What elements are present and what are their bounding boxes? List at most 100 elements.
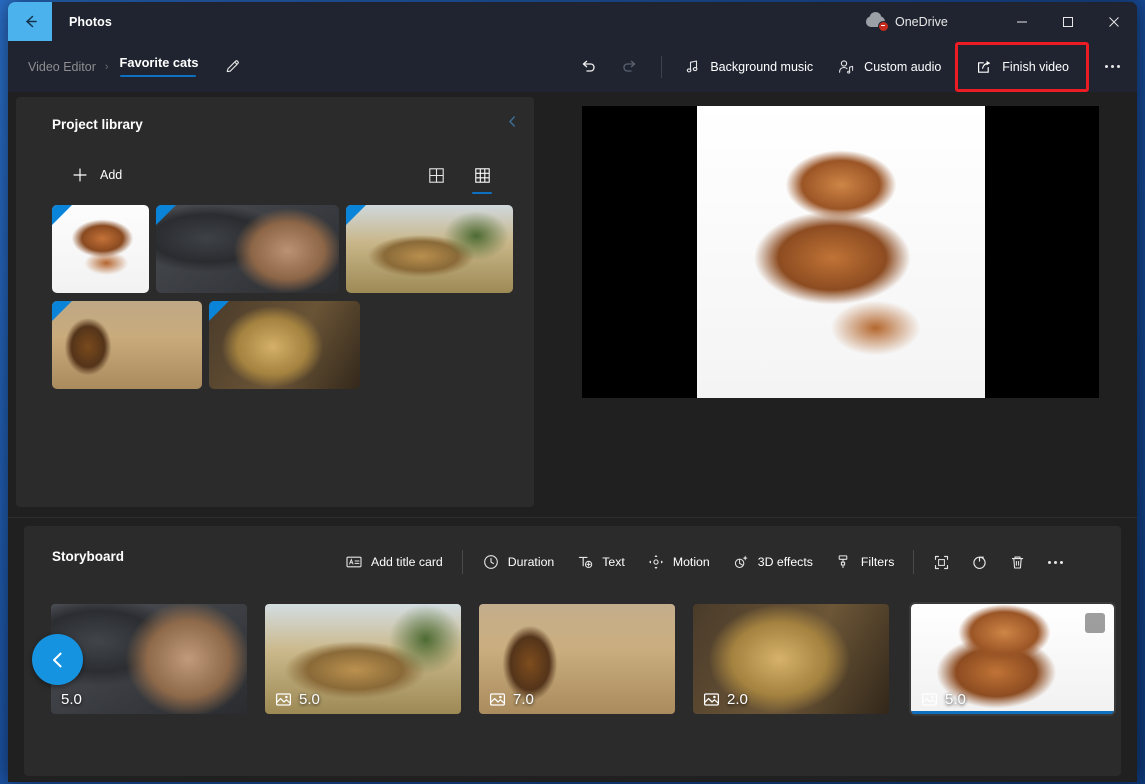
text-label: Text: [602, 555, 625, 569]
selected-corner-icon: [209, 301, 229, 321]
undo-icon: [578, 57, 598, 77]
add-title-card-label: Add title card: [371, 555, 443, 569]
library-item-lion-savanna[interactable]: [52, 301, 202, 389]
storyboard-card-cheetah-pair[interactable]: 5.0: [265, 604, 461, 714]
clock-icon: [482, 553, 500, 571]
3d-effects-button[interactable]: 3D effects: [721, 546, 824, 578]
storyboard-section: Storyboard Add title card: [8, 517, 1137, 782]
more-options-button[interactable]: [1095, 50, 1129, 84]
custom-audio-label: Custom audio: [864, 60, 941, 74]
background-music-button[interactable]: Background music: [672, 50, 825, 84]
card-duration: 2.0: [703, 691, 748, 708]
toolbar-divider: [661, 56, 662, 78]
add-media-label: Add: [100, 168, 122, 182]
library-title: Project library: [52, 117, 143, 132]
close-button[interactable]: [1091, 2, 1137, 41]
brush-icon: [835, 553, 853, 571]
breadcrumb-separator: ›: [105, 61, 109, 73]
finish-video-button[interactable]: Finish video: [965, 50, 1079, 84]
photos-video-editor-window: Photos OneDrive: [8, 2, 1137, 782]
grid-small-icon: [474, 167, 491, 184]
sparkle-icon: [732, 553, 750, 571]
onedrive-status[interactable]: OneDrive: [866, 2, 948, 41]
redo-button[interactable]: [609, 50, 651, 84]
storyboard-card-lion-savanna[interactable]: 7.0: [479, 604, 675, 714]
card-duration: 7.0: [489, 691, 534, 708]
app-title: Photos: [52, 2, 112, 41]
onedrive-label: OneDrive: [895, 15, 948, 29]
finish-video-label: Finish video: [1002, 60, 1069, 74]
storyboard-divider: [462, 550, 463, 574]
rename-project-button[interactable]: [219, 53, 247, 81]
add-media-button[interactable]: Add: [68, 160, 130, 190]
view-small-grid-button[interactable]: [466, 159, 498, 191]
motion-icon: [647, 553, 665, 571]
onedrive-cloud-error-icon: [866, 14, 888, 30]
maximize-button[interactable]: [1045, 2, 1091, 41]
breadcrumb-current-project[interactable]: Favorite cats: [118, 55, 201, 78]
editor-body: Project library Add: [8, 92, 1137, 517]
filters-label: Filters: [861, 555, 894, 569]
redo-icon: [620, 57, 640, 77]
project-library-panel: Project library Add: [16, 97, 534, 507]
storyboard-card-tiger-white-background[interactable]: 5.0: [911, 604, 1114, 714]
minimize-button[interactable]: [999, 2, 1045, 41]
storyboard-item: 7.0: [479, 604, 675, 714]
finish-video-highlight: Finish video: [955, 42, 1089, 92]
pencil-icon: [223, 57, 242, 76]
rotate-button[interactable]: [960, 546, 998, 578]
image-media-icon: [921, 691, 938, 708]
command-bar: Video Editor › Favorite cats: [8, 41, 1137, 92]
command-bar-actions: Background music Custom audio: [567, 41, 1129, 92]
delete-button[interactable]: [998, 546, 1036, 578]
duration-label: Duration: [508, 555, 554, 569]
title-bar: Photos OneDrive: [8, 2, 1137, 41]
undo-button[interactable]: [567, 50, 609, 84]
library-thumbnails: [52, 205, 522, 389]
library-item-cougar-closeup[interactable]: [156, 205, 339, 293]
collapse-library-button[interactable]: [498, 107, 526, 135]
project-name: Favorite cats: [120, 55, 199, 70]
duration-button[interactable]: Duration: [471, 546, 565, 578]
card-duration: 5.0: [275, 691, 320, 708]
custom-audio-icon: [837, 58, 855, 76]
selected-corner-icon: [156, 205, 176, 225]
duration-value: 5.0: [299, 691, 320, 708]
library-view-toggles: [420, 159, 498, 191]
storyboard-panel: Storyboard Add title card: [24, 526, 1121, 776]
ellipsis-icon: [1105, 65, 1120, 68]
card-select-checkbox[interactable]: [1085, 613, 1105, 633]
close-icon: [1108, 16, 1120, 28]
custom-audio-button[interactable]: Custom audio: [825, 50, 953, 84]
storyboard-scroll-left-button[interactable]: [32, 634, 83, 685]
library-item-leopard-resting[interactable]: [209, 301, 360, 389]
storyboard-item: 5.0: [265, 604, 461, 714]
storyboard-more-options-button[interactable]: [1036, 546, 1074, 578]
storyboard-card-leopard-resting[interactable]: 2.0: [693, 604, 889, 714]
rotate-icon: [970, 553, 989, 572]
library-item-cheetah-pair[interactable]: [346, 205, 513, 293]
duration-value: 2.0: [727, 691, 748, 708]
library-item-tiger-white-background[interactable]: [52, 205, 149, 293]
preview-frame-tiger-white-background: [697, 106, 985, 398]
trash-icon: [1008, 553, 1027, 572]
image-media-icon: [703, 691, 720, 708]
title-card-icon: [345, 553, 363, 571]
storyboard-title: Storyboard: [52, 549, 124, 564]
3d-effects-label: 3D effects: [758, 555, 813, 569]
minimize-icon: [1016, 16, 1028, 28]
duration-value: 5.0: [61, 691, 82, 708]
text-button[interactable]: Text: [565, 546, 636, 578]
motion-button[interactable]: Motion: [636, 546, 721, 578]
window-controls: [999, 2, 1137, 41]
video-preview[interactable]: [582, 106, 1099, 398]
add-title-card-button[interactable]: Add title card: [334, 546, 454, 578]
chevron-left-icon: [505, 114, 520, 129]
breadcrumb-video-editor[interactable]: Video Editor: [28, 60, 96, 74]
filters-button[interactable]: Filters: [824, 546, 905, 578]
active-underline: [120, 75, 196, 78]
storyboard-divider-2: [913, 550, 914, 574]
view-large-grid-button[interactable]: [420, 159, 452, 191]
resize-button[interactable]: [922, 546, 960, 578]
back-button[interactable]: [8, 2, 52, 41]
